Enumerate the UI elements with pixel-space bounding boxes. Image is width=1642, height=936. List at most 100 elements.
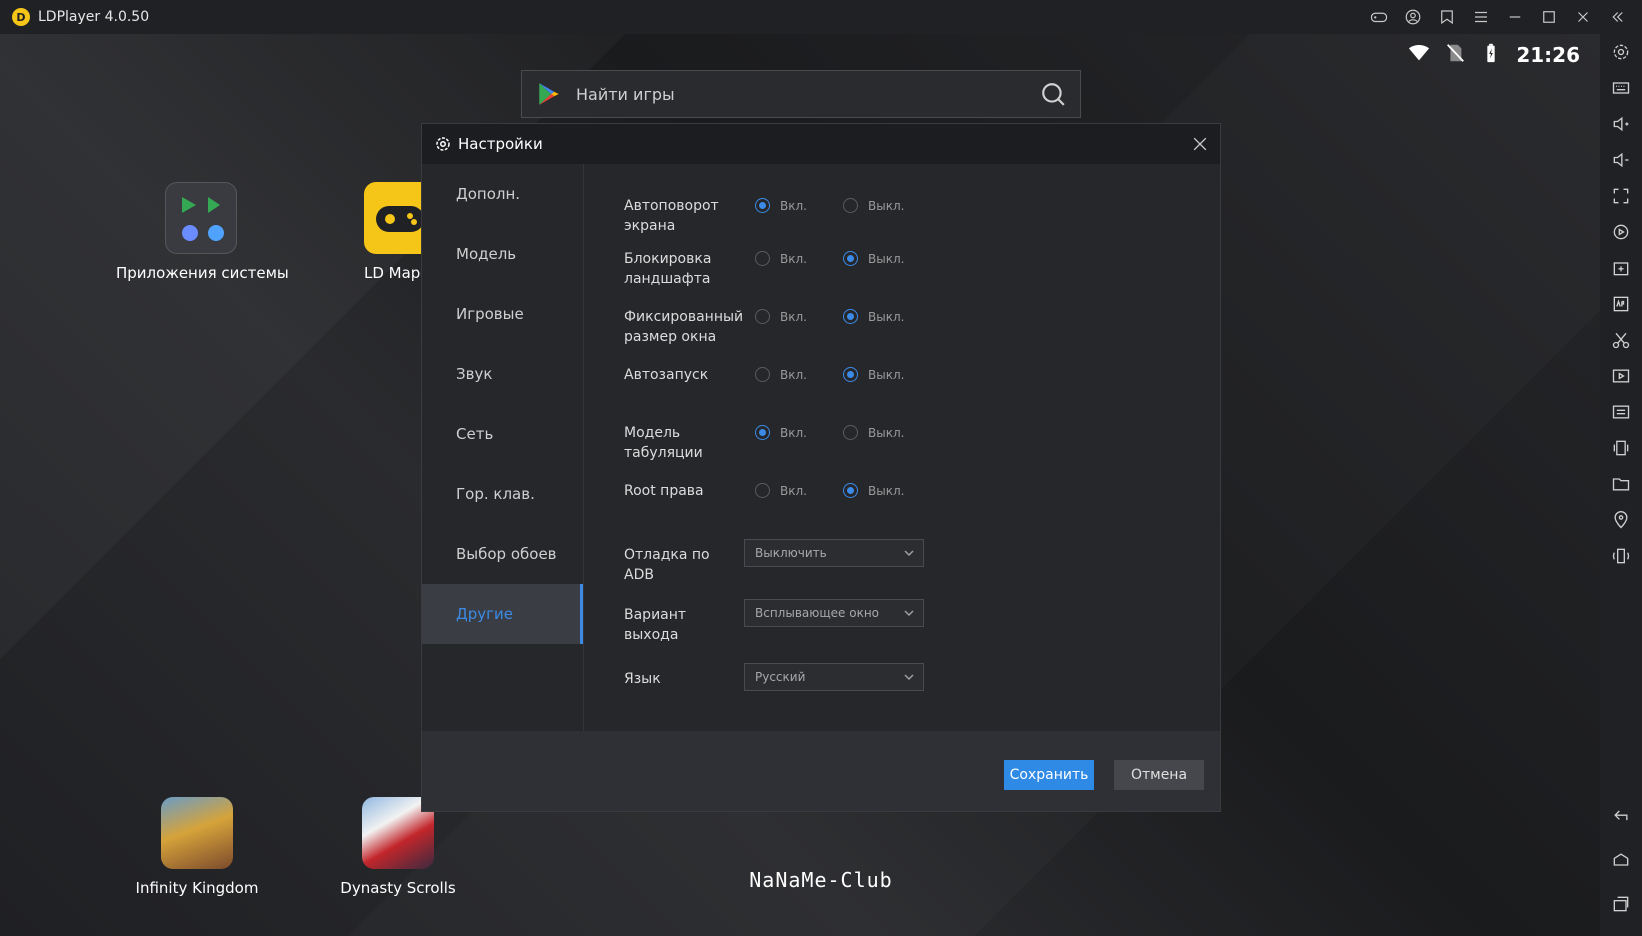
android-nav-buttons — [1600, 794, 1642, 926]
chevron-down-icon — [903, 547, 915, 559]
radio-dot — [755, 251, 770, 266]
radio-dot — [755, 367, 770, 382]
gamepad-icon[interactable] — [1362, 0, 1396, 34]
radio-dot — [843, 483, 858, 498]
nav-item-other[interactable]: Другие — [422, 584, 583, 644]
radio-dot — [843, 251, 858, 266]
sync-icon[interactable] — [1600, 214, 1642, 250]
radio-label: Выкл. — [868, 251, 905, 266]
radio-off[interactable]: Выкл. — [843, 425, 904, 440]
apk-icon[interactable] — [1600, 286, 1642, 322]
radio-on[interactable]: Вкл. — [755, 367, 807, 382]
radio-off[interactable]: Выкл. — [843, 483, 904, 498]
radio-label: Выкл. — [868, 483, 905, 498]
radio-off[interactable]: Выкл. — [843, 251, 904, 266]
radio-dot — [755, 483, 770, 498]
play-store-search-bar[interactable]: Найти игры — [521, 70, 1081, 118]
option-label: Фиксированный размер окна — [624, 309, 744, 345]
option-label: Root права — [624, 483, 704, 499]
operations-icon[interactable] — [1600, 394, 1642, 430]
chevron-down-icon — [903, 671, 915, 683]
nav-item-game[interactable]: Игровые — [422, 284, 583, 344]
select-value: Выключить — [755, 546, 827, 560]
radio-on[interactable]: Вкл. — [755, 309, 807, 324]
select-value: Русский — [755, 670, 806, 684]
menu-icon[interactable] — [1464, 0, 1498, 34]
app-system-apps[interactable]: Приложения системы — [116, 182, 289, 282]
radio-on[interactable]: Вкл. — [755, 483, 807, 498]
radio-label: Вкл. — [780, 251, 807, 266]
keyboard-icon[interactable] — [1600, 70, 1642, 106]
collapse-sidebar-icon[interactable] — [1600, 0, 1634, 34]
option-label: Блокировка ландшафта — [624, 251, 712, 287]
nav-item-wallpaper[interactable]: Выбор обоев — [422, 524, 583, 584]
infinity-kingdom-icon — [161, 797, 233, 869]
radio-on[interactable]: Вкл. — [755, 251, 807, 266]
option-label: Язык — [624, 671, 661, 687]
fullscreen-icon[interactable] — [1600, 178, 1642, 214]
nav-item-network[interactable]: Сеть — [422, 404, 583, 464]
radio-label: Выкл. — [868, 198, 905, 213]
settings-dialog-header: Настройки — [422, 124, 1220, 164]
cancel-button[interactable]: Отмена — [1114, 760, 1204, 790]
battery-charging-icon — [1480, 42, 1502, 68]
folder-icon[interactable] — [1600, 466, 1642, 502]
radio-on[interactable]: Вкл. — [755, 198, 807, 213]
option-label: Отладка по ADB — [624, 547, 710, 583]
radio-label: Выкл. — [868, 367, 905, 382]
radio-label: Вкл. — [780, 367, 807, 382]
rotate-icon[interactable] — [1600, 538, 1642, 574]
option-label: Модель табуляции — [624, 425, 703, 461]
maximize-icon[interactable] — [1532, 0, 1566, 34]
back-icon[interactable] — [1600, 794, 1642, 838]
nav-item-advanced[interactable]: Дополн. — [422, 164, 583, 224]
add-window-icon[interactable] — [1600, 250, 1642, 286]
adb-debug-select[interactable]: Выключить — [744, 539, 924, 567]
search-placeholder: Найти игры — [576, 84, 675, 104]
nav-item-sound[interactable]: Звук — [422, 344, 583, 404]
close-icon[interactable] — [1566, 0, 1600, 34]
radio-off[interactable]: Выкл. — [843, 198, 904, 213]
radio-dot — [755, 425, 770, 440]
radio-off[interactable]: Выкл. — [843, 367, 904, 382]
settings-title: Настройки — [458, 135, 543, 153]
scissors-icon[interactable] — [1600, 322, 1642, 358]
recent-apps-icon[interactable] — [1600, 882, 1642, 926]
radio-label: Вкл. — [780, 309, 807, 324]
dialog-close-icon[interactable] — [1190, 134, 1210, 154]
search-icon[interactable] — [1040, 81, 1066, 107]
settings-dialog: Настройки Дополн. Модель Игровые Звук Се… — [421, 123, 1221, 812]
exit-mode-select[interactable]: Всплывающее окно — [744, 599, 924, 627]
record-video-icon[interactable] — [1600, 358, 1642, 394]
account-icon[interactable] — [1396, 0, 1430, 34]
status-time: 21:26 — [1516, 43, 1580, 67]
radio-dot — [843, 425, 858, 440]
language-select[interactable]: Русский — [744, 663, 924, 691]
radio-dot — [755, 198, 770, 213]
home-icon[interactable] — [1600, 838, 1642, 882]
no-sim-icon — [1444, 42, 1466, 68]
nav-item-model[interactable]: Модель — [422, 224, 583, 284]
radio-off[interactable]: Выкл. — [843, 309, 904, 324]
settings-icon[interactable] — [1600, 34, 1642, 70]
settings-content: Автоповорот экрана Вкл. Выкл. Блокировка… — [584, 164, 1220, 731]
volume-up-icon[interactable] — [1600, 106, 1642, 142]
radio-label: Вкл. — [780, 425, 807, 440]
radio-on[interactable]: Вкл. — [755, 425, 807, 440]
right-toolbar — [1600, 34, 1642, 936]
shake-icon[interactable] — [1600, 430, 1642, 466]
save-button[interactable]: Сохранить — [1004, 760, 1094, 790]
radio-label: Вкл. — [780, 198, 807, 213]
gear-icon — [434, 135, 452, 153]
bookmark-icon[interactable] — [1430, 0, 1464, 34]
radio-dot — [843, 309, 858, 324]
google-play-icon — [539, 83, 559, 105]
window-controls — [1362, 0, 1634, 34]
radio-label: Выкл. — [868, 309, 905, 324]
volume-down-icon[interactable] — [1600, 142, 1642, 178]
nav-item-hotkeys[interactable]: Гор. клав. — [422, 464, 583, 524]
radio-dot — [843, 367, 858, 382]
location-icon[interactable] — [1600, 502, 1642, 538]
radio-label: Вкл. — [780, 483, 807, 498]
minimize-icon[interactable] — [1498, 0, 1532, 34]
